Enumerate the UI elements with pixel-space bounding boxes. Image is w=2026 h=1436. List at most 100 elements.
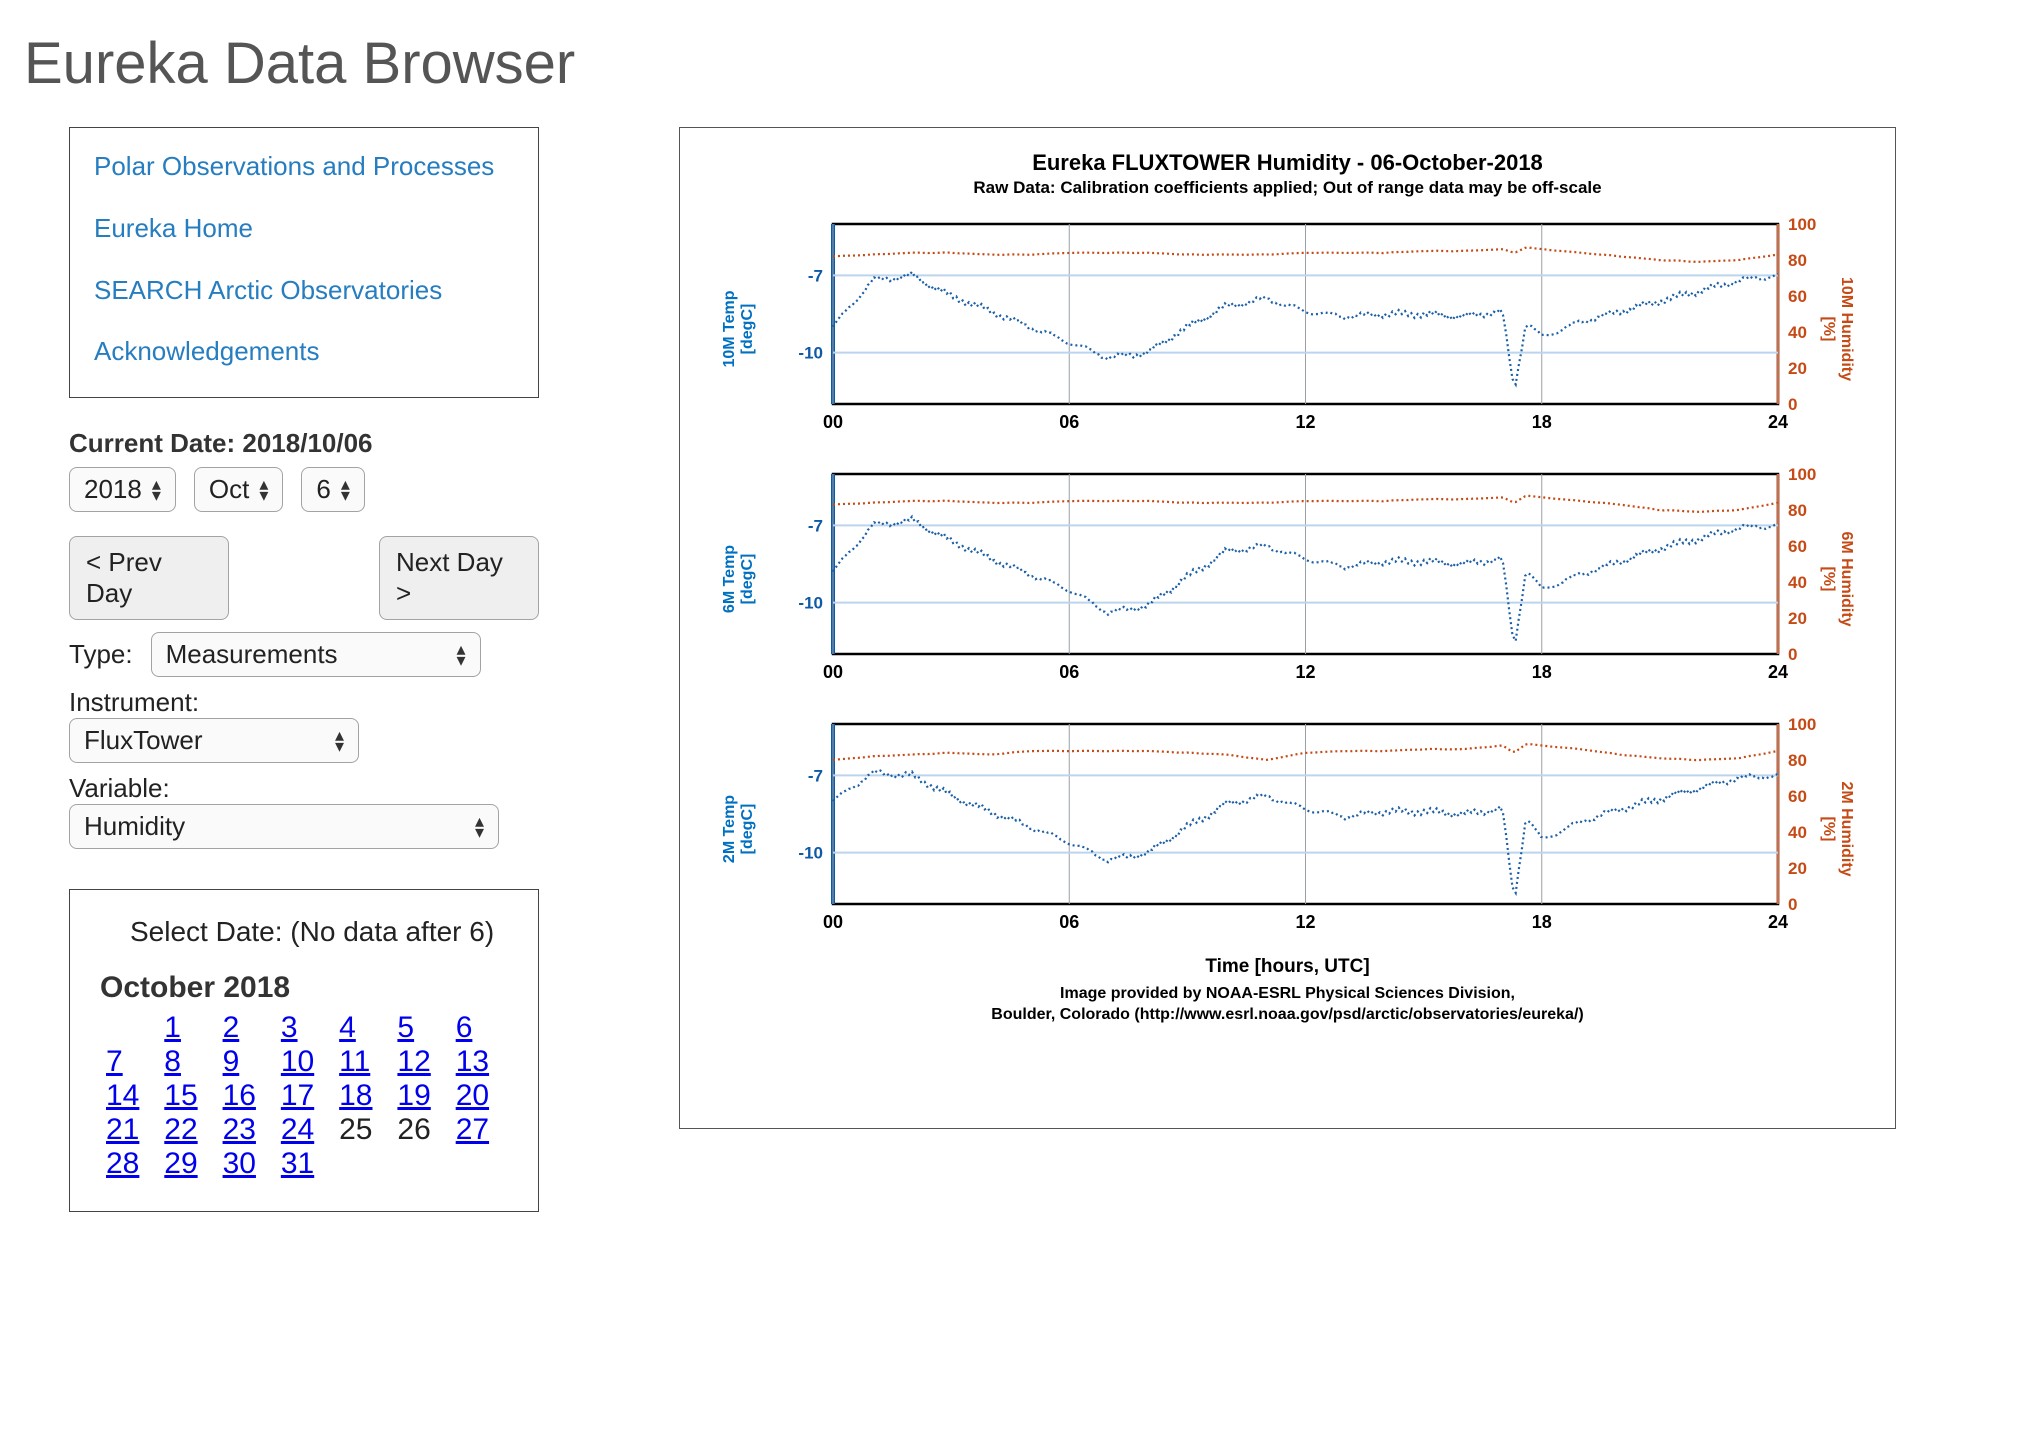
variable-select-value: Humidity [84, 811, 185, 842]
calendar-month-title: October 2018 [100, 971, 508, 1005]
variable-select[interactable]: Humidity ▴▾ [69, 804, 499, 849]
type-label: Type: [69, 639, 133, 670]
svg-text:0: 0 [1788, 895, 1797, 914]
updown-icon: ▴▾ [335, 730, 344, 752]
nav-link-search[interactable]: SEARCH Arctic Observatories [94, 274, 514, 308]
svg-text:0: 0 [1788, 395, 1797, 414]
instrument-select[interactable]: FluxTower ▴▾ [69, 718, 359, 763]
svg-text:100: 100 [1788, 715, 1816, 734]
calendar-day-link[interactable]: 30 [223, 1147, 256, 1180]
prev-day-button[interactable]: < Prev Day [69, 536, 229, 620]
chart-svg: 0006121824-10-7020406080100 [738, 454, 1838, 704]
svg-text:20: 20 [1788, 359, 1807, 378]
svg-text:-10: -10 [798, 344, 823, 363]
nav-link-polar[interactable]: Polar Observations and Processes [94, 150, 514, 184]
type-select-value: Measurements [166, 639, 338, 670]
calendar-day-link[interactable]: 12 [397, 1045, 430, 1078]
calendar-day-link[interactable]: 11 [339, 1045, 370, 1078]
day-select-value: 6 [316, 474, 330, 505]
svg-text:-7: -7 [807, 766, 822, 785]
svg-text:24: 24 [1767, 412, 1787, 432]
calendar-day-link[interactable]: 27 [456, 1113, 489, 1146]
instrument-label: Instrument: [69, 687, 199, 717]
svg-text:18: 18 [1531, 412, 1551, 432]
calendar-day-link[interactable]: 1 [164, 1011, 181, 1044]
svg-text:06: 06 [1059, 912, 1079, 932]
calendar-day-nolink: 26 [391, 1113, 449, 1147]
calendar-day-link[interactable]: 6 [456, 1011, 473, 1044]
page-title: Eureka Data Browser [24, 30, 2002, 97]
calendar-day-link[interactable]: 14 [106, 1079, 139, 1112]
chart-credit-line1: Image provided by NOAA-ESRL Physical Sci… [1060, 985, 1515, 1002]
updown-icon: ▴▾ [475, 816, 484, 838]
svg-text:24: 24 [1767, 912, 1787, 932]
current-date-label: Current Date: [69, 428, 235, 458]
calendar-day-link[interactable]: 17 [281, 1079, 314, 1112]
svg-text:-7: -7 [807, 266, 822, 285]
nav-link-home[interactable]: Eureka Home [94, 212, 514, 246]
day-select[interactable]: 6 ▴▾ [301, 467, 365, 512]
current-date-value: 2018/10/06 [242, 428, 372, 458]
calendar-day-link[interactable]: 10 [281, 1045, 314, 1078]
calendar-day-link[interactable]: 23 [223, 1113, 256, 1146]
updown-icon: ▴▾ [341, 479, 350, 501]
chart-panel: 2M Temp [degC]2M Humidity [%]0006121824-… [738, 704, 1838, 954]
calendar-day-link[interactable]: 15 [164, 1079, 197, 1112]
svg-text:00: 00 [822, 912, 842, 932]
month-select-value: Oct [209, 474, 249, 505]
svg-text:60: 60 [1788, 787, 1807, 806]
month-select[interactable]: Oct ▴▾ [194, 467, 284, 512]
x-axis-label: Time [hours, UTC] [1205, 956, 1369, 978]
calendar-day-link[interactable]: 7 [106, 1045, 123, 1078]
updown-icon: ▴▾ [259, 479, 268, 501]
svg-text:12: 12 [1295, 412, 1315, 432]
calendar-day-nolink: 25 [333, 1113, 391, 1147]
calendar-day-link[interactable]: 4 [339, 1011, 356, 1044]
svg-text:00: 00 [822, 662, 842, 682]
svg-text:40: 40 [1788, 323, 1807, 342]
calendar-day-link[interactable]: 16 [223, 1079, 256, 1112]
calendar-day-link[interactable]: 24 [281, 1113, 314, 1146]
svg-text:80: 80 [1788, 751, 1807, 770]
svg-text:60: 60 [1788, 287, 1807, 306]
chart-subtitle: Raw Data: Calibration coefficients appli… [973, 178, 1601, 198]
svg-text:40: 40 [1788, 573, 1807, 592]
type-select[interactable]: Measurements ▴▾ [151, 632, 481, 677]
chart-panel: 6M Temp [degC]6M Humidity [%]0006121824-… [738, 454, 1838, 704]
svg-text:80: 80 [1788, 501, 1807, 520]
calendar-day-link[interactable]: 20 [456, 1079, 489, 1112]
year-select[interactable]: 2018 ▴▾ [69, 467, 176, 512]
nav-link-ack[interactable]: Acknowledgements [94, 335, 514, 369]
next-day-button[interactable]: Next Day > [379, 536, 539, 620]
svg-text:18: 18 [1531, 662, 1551, 682]
chart-credit-line2: Boulder, Colorado (http://www.esrl.noaa.… [991, 1006, 1583, 1023]
instrument-select-value: FluxTower [84, 725, 202, 756]
chart-title: Eureka FLUXTOWER Humidity - 06-October-2… [1032, 150, 1543, 176]
svg-text:24: 24 [1767, 662, 1787, 682]
calendar-day-link[interactable]: 13 [456, 1045, 489, 1078]
year-select-value: 2018 [84, 474, 142, 505]
calendar-day-link[interactable]: 18 [339, 1079, 372, 1112]
calendar-day-link[interactable]: 22 [164, 1113, 197, 1146]
chart-panel: 10M Temp [degC]10M Humidity [%]000612182… [738, 204, 1838, 454]
svg-text:60: 60 [1788, 537, 1807, 556]
calendar-day-link[interactable]: 29 [164, 1147, 197, 1180]
chart-pane: Eureka FLUXTOWER Humidity - 06-October-2… [679, 127, 1896, 1129]
calendar-day-link[interactable]: 21 [106, 1113, 139, 1146]
calendar-day-link[interactable]: 19 [397, 1079, 430, 1112]
svg-text:12: 12 [1295, 662, 1315, 682]
svg-text:20: 20 [1788, 859, 1807, 878]
calendar-day-link[interactable]: 2 [223, 1011, 240, 1044]
date-controls: Current Date: 2018/10/06 2018 ▴▾ Oct ▴▾ … [69, 428, 539, 859]
calendar-day-link[interactable]: 3 [281, 1011, 298, 1044]
calendar-day-link[interactable]: 5 [397, 1011, 414, 1044]
nav-links-box: Polar Observations and Processes Eureka … [69, 127, 539, 398]
svg-text:0: 0 [1788, 645, 1797, 664]
calendar-day-link[interactable]: 8 [164, 1045, 181, 1078]
calendar-day-link[interactable]: 28 [106, 1147, 139, 1180]
calendar-day-link[interactable]: 31 [281, 1147, 314, 1180]
calendar-day-link[interactable]: 9 [223, 1045, 240, 1078]
calendar-header: Select Date: (No data after 6) [130, 914, 508, 950]
calendar-grid: 1234567891011121314151617181920212223242… [100, 1011, 508, 1181]
svg-text:00: 00 [822, 412, 842, 432]
